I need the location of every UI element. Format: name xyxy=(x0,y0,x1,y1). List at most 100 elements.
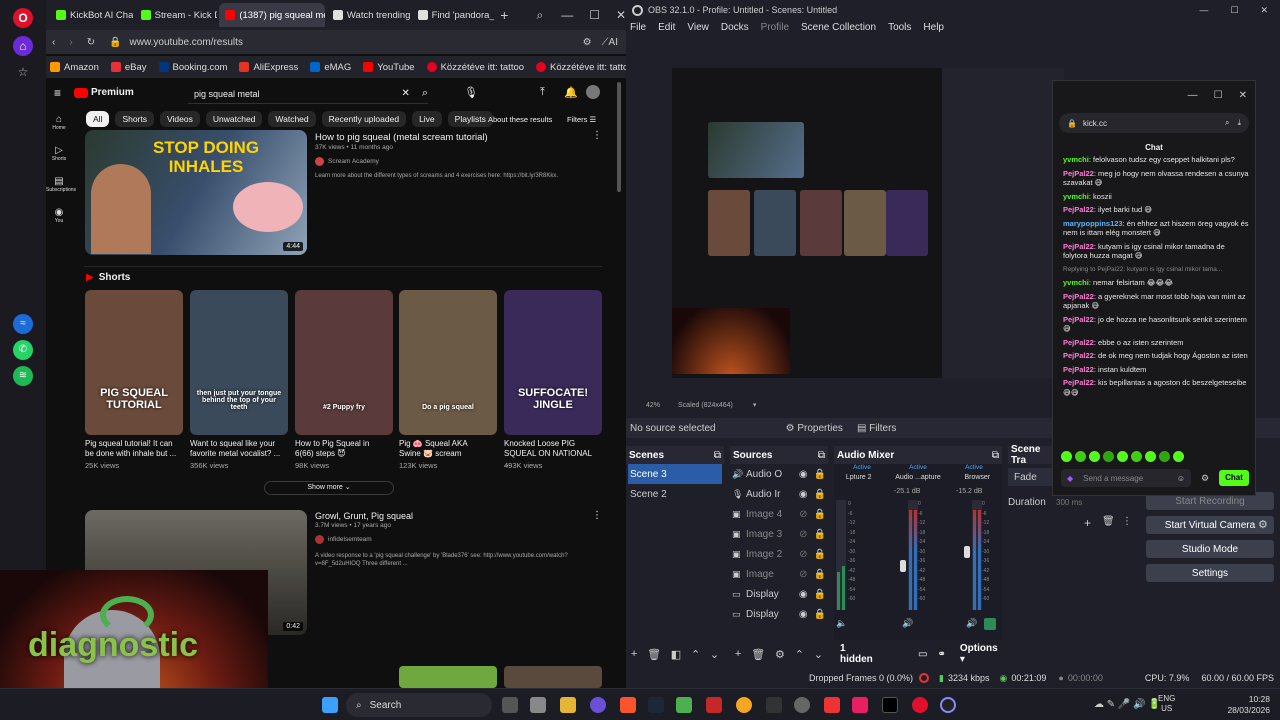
eye-icon[interactable]: ◉ xyxy=(799,469,808,480)
bookmark-pinterest-tattoos[interactable]: Közzétéve itt: tattoos xyxy=(536,62,626,73)
chevron-down-icon[interactable]: ▾ xyxy=(753,401,757,409)
short-thumbnail[interactable]: Do a pig squeal xyxy=(399,290,497,435)
short-thumbnail[interactable]: PIG SQUEAL TUTORIAL xyxy=(85,290,183,435)
chat-message[interactable]: PejPal22: ebbe o az isten szerintem xyxy=(1063,338,1249,348)
options-button[interactable]: Options ▾ xyxy=(960,643,1002,665)
short-thumbnail[interactable]: #2 Puppy fry xyxy=(295,290,393,435)
menu-icon[interactable]: ≡ xyxy=(54,86,61,100)
reload-icon[interactable]: ↻ xyxy=(87,37,95,48)
settings-button[interactable]: Settings xyxy=(1146,564,1274,582)
tiktok-icon[interactable] xyxy=(882,697,898,713)
eye-hidden-icon[interactable]: ⊘ xyxy=(799,509,807,520)
emote-icon[interactable] xyxy=(1061,451,1072,462)
chat-username[interactable]: PejPal22 xyxy=(1063,315,1094,324)
menu-help[interactable]: Help xyxy=(923,22,944,38)
chat-message[interactable]: yvmchi: nemar felsirtam 😂😂😂 xyxy=(1063,278,1249,288)
search-input[interactable]: pig squeal metal xyxy=(188,89,401,99)
more-icon[interactable]: ⋮ xyxy=(592,510,602,521)
create-icon[interactable]: ⤒ xyxy=(540,86,545,99)
obs-taskbar-icon[interactable] xyxy=(940,697,956,713)
preview-canvas[interactable] xyxy=(672,68,1064,378)
layout-icon[interactable]: ▭ xyxy=(918,649,927,660)
chat-settings-icon[interactable]: ⚙ xyxy=(1201,473,1209,484)
trash-icon[interactable]: 🗑 xyxy=(751,648,765,661)
emote-icon[interactable] xyxy=(1117,451,1128,462)
terminal-icon[interactable] xyxy=(766,697,782,713)
emote-icon[interactable] xyxy=(1089,451,1100,462)
nav-subscriptions[interactable]: ▤ Subscriptions xyxy=(46,176,76,193)
youtube-logo[interactable]: Premium xyxy=(74,87,134,98)
add-icon[interactable]: + xyxy=(1084,516,1091,530)
chip-playlists[interactable]: Playlists xyxy=(447,111,493,127)
bookmark-pinterest-tattoo[interactable]: Közzétéve itt: tattoo xyxy=(426,62,524,73)
short-thumbnail[interactable]: SUFFOCATE! JINGLE xyxy=(504,290,602,435)
chat-username[interactable]: PejPal22 xyxy=(1063,351,1094,360)
chip-shorts[interactable]: Shorts xyxy=(115,111,155,127)
tab-youtube[interactable]: (1387) pig squeal metal xyxy=(219,3,325,27)
channel-name[interactable]: Lpture 2 xyxy=(846,474,872,481)
chat-message[interactable]: PejPal22: ilyet barki tud 😅 xyxy=(1063,205,1249,215)
lock-icon[interactable]: 🔒 xyxy=(814,489,826,500)
dock-float-icon[interactable]: ⧉ xyxy=(714,450,721,461)
chat-username[interactable]: PejPal22 xyxy=(1063,338,1094,347)
coin-icon[interactable] xyxy=(736,697,752,713)
taskbar-search[interactable]: ⌕ Search xyxy=(346,693,492,717)
emote-icon[interactable] xyxy=(1145,451,1156,462)
download-icon[interactable]: ⤓ xyxy=(1237,118,1241,128)
app-icon[interactable] xyxy=(852,697,868,713)
minimize-icon[interactable]: — xyxy=(1199,5,1208,15)
spotify-icon[interactable]: ≋ xyxy=(13,366,33,386)
clear-search-icon[interactable]: ✕ xyxy=(401,88,409,99)
nav-you[interactable]: ◉ You xyxy=(46,207,72,224)
aria-ai-button[interactable]: ⟋AI xyxy=(602,37,618,48)
video-title[interactable]: How to pig squeal (metal scream tutorial… xyxy=(315,132,488,143)
filters-button[interactable]: ▤ Filters xyxy=(857,423,896,434)
opera-logo-icon[interactable]: O xyxy=(13,8,33,28)
trash-icon[interactable]: 🗑 xyxy=(1102,516,1115,527)
forward-icon[interactable]: › xyxy=(69,37,72,48)
chip-unwatched[interactable]: Unwatched xyxy=(205,111,263,127)
eye-icon[interactable]: ◉ xyxy=(799,589,808,600)
volume-slider[interactable] xyxy=(964,546,970,558)
short-title[interactable]: Pig 🐽 Squeal AKA Swine 🐷 scream xyxy=(399,439,491,459)
start-virtual-camera-button[interactable]: Start Virtual Camera xyxy=(1146,516,1274,534)
tab-kickbot[interactable]: KickBot AI Chara xyxy=(50,3,133,27)
eye-hidden-icon[interactable]: ⊘ xyxy=(799,569,807,580)
studio-mode-button[interactable]: Studio Mode xyxy=(1146,540,1274,558)
maximize-icon[interactable]: ☐ xyxy=(589,8,600,22)
menu-view[interactable]: View xyxy=(687,22,709,38)
chevron-down-icon[interactable]: ⌄ xyxy=(814,648,823,661)
app-icon[interactable] xyxy=(824,697,840,713)
lock-icon[interactable]: 🔒 xyxy=(814,569,826,580)
zoom-level[interactable]: 42% xyxy=(646,402,660,409)
channel-name[interactable]: Browser xyxy=(964,474,990,481)
eye-icon[interactable]: ◉ xyxy=(799,489,808,500)
widgets-icon[interactable] xyxy=(530,697,546,713)
search-icon[interactable]: ⌕ xyxy=(422,87,428,100)
trash-icon[interactable]: 🗑 xyxy=(647,648,661,661)
chat-username[interactable]: yvmchi xyxy=(1063,278,1089,287)
bookmark-aliexpress[interactable]: AliExpress xyxy=(239,62,298,73)
channel-name[interactable]: Audio ...apture xyxy=(895,474,941,481)
chip-videos[interactable]: Videos xyxy=(160,111,200,127)
bookmark-emag[interactable]: eMAG xyxy=(310,62,351,73)
lock-icon[interactable]: 🔒 xyxy=(814,469,826,480)
video-thumbnail[interactable]: STOP DOING INHALES 4:44 xyxy=(85,130,307,255)
tab-trending[interactable]: Watch trending xyxy=(327,3,410,27)
chip-watched[interactable]: Watched xyxy=(268,111,316,127)
chat-message[interactable]: PejPal22: kutyam is igy csinal mikor tam… xyxy=(1063,242,1249,261)
close-icon[interactable]: ✕ xyxy=(1239,90,1247,101)
chat-username[interactable]: PejPal22 xyxy=(1063,292,1094,301)
emoji-icon[interactable]: ☺ xyxy=(1177,474,1185,483)
tab-find[interactable]: Find 'pandora_v xyxy=(412,3,494,27)
menu-tools[interactable]: Tools xyxy=(888,22,911,38)
mute-icon[interactable]: 🔊 xyxy=(902,618,913,629)
steam-icon[interactable] xyxy=(648,697,664,713)
chat-username[interactable]: marypoppins123 xyxy=(1063,219,1123,228)
dock-float-icon[interactable]: ⧉ xyxy=(818,450,825,461)
task-view-icon[interactable] xyxy=(502,697,518,713)
microphone-icon[interactable]: 🎙 xyxy=(464,86,478,99)
dock-float-icon[interactable]: ⧉ xyxy=(992,450,999,461)
video-title[interactable]: Growl, Grunt, Pig squeal xyxy=(315,511,413,521)
discord-icon[interactable] xyxy=(590,697,606,713)
